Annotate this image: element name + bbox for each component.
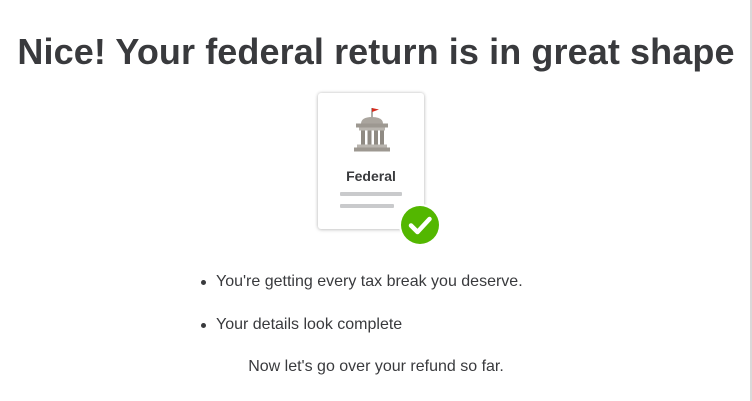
page-title: Nice! Your federal return is in great sh… <box>17 31 735 73</box>
card-label: Federal <box>346 168 396 184</box>
card-placeholder-line <box>340 192 402 196</box>
bullet-dot <box>201 280 206 285</box>
card-placeholder-line <box>340 204 394 208</box>
review-summary-list: You're getting every tax break you deser… <box>200 270 523 337</box>
list-item-text: Your details look complete <box>216 316 403 333</box>
bullet-dot <box>201 323 206 328</box>
list-item: You're getting every tax break you deser… <box>200 270 523 294</box>
government-building-icon <box>354 108 390 152</box>
review-complete-page: Nice! Your federal return is in great sh… <box>0 0 752 401</box>
followup-message: Now let's go over your refund so far. <box>248 358 504 375</box>
checkmark-circle-icon <box>399 204 441 246</box>
list-item: Your details look complete <box>200 313 523 337</box>
list-item-text: You're getting every tax break you deser… <box>216 273 523 290</box>
